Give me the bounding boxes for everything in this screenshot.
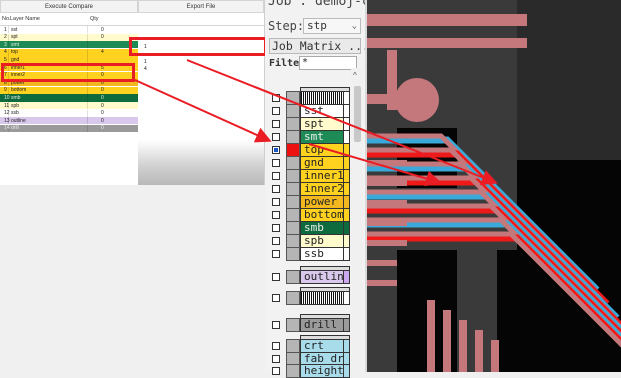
arrow-row-to-layer (134, 79, 272, 143)
arrow-layer-to-board (308, 143, 442, 187)
arrow-export-to-board (186, 59, 498, 186)
annotation-arrows (134, 59, 498, 187)
